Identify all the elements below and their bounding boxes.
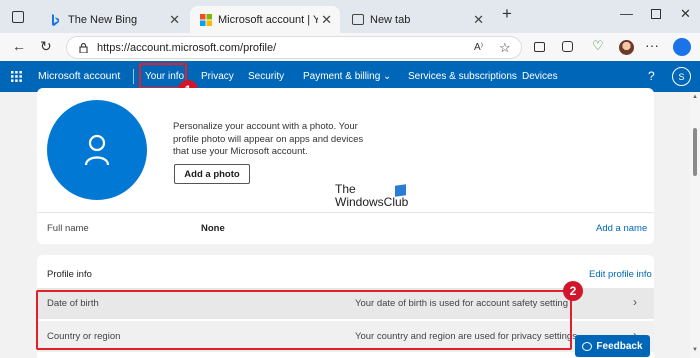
- tab-label: New tab: [370, 14, 411, 26]
- close-tab-icon[interactable]: ✕: [321, 12, 332, 28]
- scroll-down-arrow[interactable]: ▼: [692, 347, 698, 353]
- scrollbar[interactable]: ▲ ▼: [690, 92, 700, 358]
- watermark: The WindowsClub: [335, 183, 408, 209]
- scroll-thumb[interactable]: [693, 128, 697, 176]
- tab-strip: The New Bing ✕ Microsoft account | Your …: [0, 0, 700, 36]
- bing-icon: [52, 14, 59, 26]
- read-aloud-icon[interactable]: A⁾: [474, 42, 483, 53]
- profile-info-title: Profile info: [47, 269, 92, 280]
- favorite-star-icon[interactable]: ☆: [499, 40, 511, 56]
- header-divider: [133, 69, 134, 84]
- help-icon[interactable]: ?: [648, 69, 655, 83]
- brand-title[interactable]: Microsoft account: [38, 70, 120, 82]
- tab-label: The New Bing: [68, 14, 138, 26]
- add-photo-button[interactable]: Add a photo: [174, 164, 250, 184]
- watermark-logo-icon: [395, 184, 406, 197]
- tab-new-bing[interactable]: The New Bing ✕: [38, 6, 188, 34]
- back-arrow-icon[interactable]: ←: [12, 38, 26, 54]
- tab-label: Microsoft account | Your pr: [218, 14, 318, 26]
- add-name-link[interactable]: Add a name: [596, 223, 647, 234]
- nav-privacy[interactable]: Privacy: [201, 71, 234, 82]
- person-icon: [84, 134, 110, 166]
- minimize-icon[interactable]: —: [620, 6, 633, 21]
- user-avatar[interactable]: S: [672, 67, 691, 86]
- close-tab-icon[interactable]: ✕: [473, 12, 484, 28]
- annotation-box-profile-rows: [36, 290, 572, 350]
- collections-icon[interactable]: [562, 41, 573, 52]
- fullname-label: Full name: [47, 223, 89, 234]
- app-launcher-icon[interactable]: [11, 71, 22, 82]
- photo-card: Personalize your account with a photo. Y…: [37, 88, 654, 244]
- close-tab-icon[interactable]: ✕: [169, 12, 180, 28]
- newtab-icon: [352, 14, 364, 25]
- maximize-icon[interactable]: [651, 9, 661, 19]
- extensions-heart-icon[interactable]: ♡: [592, 38, 604, 54]
- feedback-button[interactable]: Feedback: [575, 335, 650, 357]
- refresh-icon[interactable]: ↻: [40, 38, 52, 55]
- scroll-up-arrow[interactable]: ▲: [692, 94, 698, 100]
- address-bar[interactable]: https://account.microsoft.com/profile/ A…: [66, 36, 522, 59]
- chevron-right-icon: ›: [633, 295, 637, 309]
- tab-new-tab[interactable]: New tab ✕: [342, 6, 492, 34]
- watermark-line-2: WindowsClub: [335, 195, 409, 209]
- card-divider: [37, 212, 654, 213]
- new-tab-button[interactable]: +: [502, 4, 512, 24]
- address-bar-row: ← ↻ https://account.microsoft.com/profil…: [0, 33, 700, 61]
- tab-microsoft-account[interactable]: Microsoft account | Your pr ✕: [190, 6, 340, 34]
- nav-security[interactable]: Security: [248, 71, 284, 82]
- microsoft-logo-icon: [200, 14, 212, 26]
- nav-services-subscriptions[interactable]: Services & subscriptions: [408, 71, 517, 82]
- fullname-value: None: [201, 223, 225, 234]
- lock-icon: [79, 43, 88, 53]
- nav-devices[interactable]: Devices: [522, 71, 558, 82]
- split-screen-icon[interactable]: [534, 42, 545, 52]
- feedback-label: Feedback: [596, 340, 643, 352]
- edit-profile-info-link[interactable]: Edit profile info: [589, 269, 652, 280]
- annotation-badge-2: 2: [563, 281, 583, 301]
- profile-photo-placeholder: [47, 100, 147, 200]
- chat-icon: [582, 341, 593, 351]
- close-icon[interactable]: ✕: [680, 6, 691, 22]
- tab-actions-icon[interactable]: [12, 11, 24, 23]
- profile-avatar[interactable]: [619, 40, 634, 55]
- copilot-icon[interactable]: [673, 38, 691, 56]
- more-menu-icon[interactable]: ···: [645, 37, 659, 53]
- url-text: https://account.microsoft.com/profile/: [97, 42, 277, 54]
- photo-description: Personalize your account with a photo. Y…: [173, 121, 364, 157]
- nav-payment-billing[interactable]: Payment & billing ⌄: [303, 71, 391, 82]
